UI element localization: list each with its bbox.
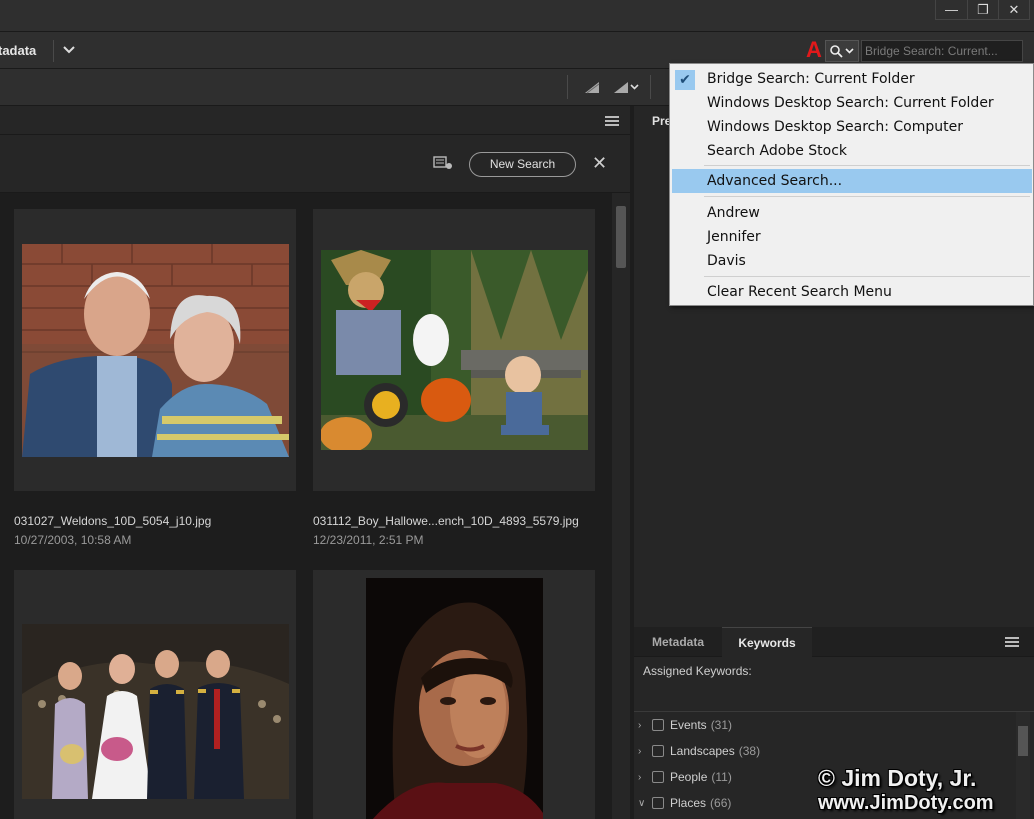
keyword-count: (31) — [710, 718, 733, 732]
workspace-tab-metadata[interactable]: tadata — [0, 43, 36, 58]
search-scope-menu: ✔ Bridge Search: Current Folder Windows … — [669, 63, 1034, 306]
menu-item-label: Bridge Search: Current Folder — [707, 71, 915, 87]
thumbnail-card[interactable] — [14, 570, 296, 819]
quality-button[interactable] — [581, 77, 603, 97]
sort-options-button[interactable] — [610, 77, 640, 97]
quality-staircase-icon — [613, 82, 628, 93]
chevron-down-icon — [63, 46, 75, 54]
title-bar: — ❐ ✕ — [0, 0, 1034, 32]
minimize-icon: — — [945, 2, 958, 17]
chevron-down-icon — [629, 84, 639, 90]
keyword-row-landscapes[interactable]: › Landscapes (38) — [638, 739, 760, 763]
chevron-right-icon[interactable]: › — [638, 772, 652, 783]
menu-item-advanced-search[interactable]: Advanced Search... — [672, 169, 1032, 193]
divider — [567, 75, 568, 99]
restore-button[interactable]: ❐ — [967, 0, 998, 19]
keyword-checkbox[interactable] — [652, 797, 664, 809]
annotation-letter: A — [806, 37, 822, 62]
assigned-keywords-label: Assigned Keywords: — [643, 664, 752, 678]
menu-item-windows-search-computer[interactable]: Windows Desktop Search: Computer — [672, 115, 1032, 139]
tab-keywords[interactable]: Keywords — [722, 627, 812, 657]
keyword-row-places[interactable]: ∨ Places (66) — [638, 791, 731, 815]
thumbnail-card[interactable] — [14, 209, 296, 491]
chevron-right-icon[interactable]: › — [638, 746, 652, 757]
thumbnail-filename: 031027_Weldons_10D_5054_j10.jpg — [14, 514, 212, 528]
menu-separator — [704, 165, 1030, 166]
photo-portrait-woman — [366, 578, 543, 819]
keywords-scrollbar[interactable] — [1016, 712, 1030, 819]
keyword-checkbox[interactable] — [652, 771, 664, 783]
menu-separator — [704, 276, 1030, 277]
keyword-count: (66) — [710, 796, 732, 810]
scrollbar-thumb[interactable] — [616, 206, 626, 268]
scrollbar-thumb[interactable] — [1018, 726, 1028, 756]
close-icon: ✕ — [1008, 1, 1020, 17]
keyword-row-events[interactable]: › Events (31) — [638, 713, 732, 737]
search-scope-button[interactable] — [825, 40, 859, 62]
thumbnail-date: 10/27/2003, 10:58 AM — [14, 533, 132, 547]
tab-metadata[interactable]: Metadata — [634, 627, 722, 657]
quality-staircase-icon — [585, 82, 600, 94]
workspace-menu-button[interactable] — [60, 41, 78, 59]
photo-elderly-couple — [22, 244, 289, 457]
divider — [53, 40, 54, 62]
chevron-right-icon[interactable]: › — [638, 720, 652, 731]
menu-item-windows-search-folder[interactable]: Windows Desktop Search: Current Folder — [672, 91, 1032, 115]
panel-menu-icon[interactable] — [1005, 637, 1019, 647]
menu-item-recent-davis[interactable]: Davis — [672, 249, 1032, 273]
new-search-button[interactable]: New Search — [469, 152, 576, 177]
close-search-icon[interactable]: ✕ — [592, 153, 607, 173]
checkmark-icon: ✔ — [675, 70, 695, 90]
divider — [634, 711, 1034, 712]
website-watermark: www.JimDoty.com — [818, 792, 994, 814]
search-input[interactable]: Bridge Search: Current... — [861, 40, 1023, 62]
menu-item-bridge-search[interactable]: ✔ Bridge Search: Current Folder — [672, 67, 1032, 91]
thumbnail-card[interactable] — [313, 209, 595, 491]
window-controls: — ❐ ✕ — [935, 0, 1030, 20]
content-panel-header — [0, 106, 630, 135]
thumbnail-card[interactable] — [313, 570, 595, 819]
keyword-checkbox[interactable] — [652, 745, 664, 757]
panel-menu-icon[interactable] — [605, 116, 619, 126]
minimize-button[interactable]: — — [936, 0, 967, 19]
restore-icon: ❐ — [977, 1, 989, 17]
saved-search-icon[interactable] — [433, 156, 453, 170]
bottom-panel-tabs: Metadata Keywords — [634, 627, 1034, 657]
menu-separator — [704, 196, 1030, 197]
keyword-label: Landscapes — [670, 744, 735, 758]
search-icon — [830, 44, 843, 58]
close-window-button[interactable]: ✕ — [998, 0, 1029, 19]
photo-halloween-boy — [321, 250, 588, 450]
menu-item-clear-recent[interactable]: Clear Recent Search Menu — [672, 280, 1032, 304]
keyword-label: People — [670, 770, 708, 784]
copyright-watermark: © Jim Doty, Jr. — [818, 765, 977, 791]
thumbnail-filename: 031112_Boy_Hallowe...ench_10D_4893_5579.… — [313, 514, 579, 528]
vertical-scrollbar[interactable] — [612, 193, 630, 819]
keyword-checkbox[interactable] — [652, 719, 664, 731]
keyword-row-people[interactable]: › People (11) — [638, 765, 732, 789]
chevron-down-icon[interactable]: ∨ — [638, 798, 652, 809]
keyword-label: Places — [670, 796, 707, 810]
divider — [650, 75, 651, 99]
thumbnail-date: 12/23/2011, 2:51 PM — [313, 533, 424, 547]
keyword-label: Events — [670, 718, 707, 732]
thumbnail-grid: 031027_Weldons_10D_5054_j10.jpg 10/27/20… — [0, 193, 612, 819]
keyword-count: (11) — [711, 770, 732, 784]
chevron-down-icon — [845, 48, 854, 54]
menu-item-search-adobe-stock[interactable]: Search Adobe Stock — [672, 139, 1032, 163]
menu-item-recent-jennifer[interactable]: Jennifer — [672, 225, 1032, 249]
search-results-bar: New Search ✕ — [0, 135, 630, 193]
keyword-count: (38) — [738, 744, 761, 758]
menu-item-recent-andrew[interactable]: Andrew — [672, 201, 1032, 225]
photo-wedding-group — [22, 624, 289, 799]
